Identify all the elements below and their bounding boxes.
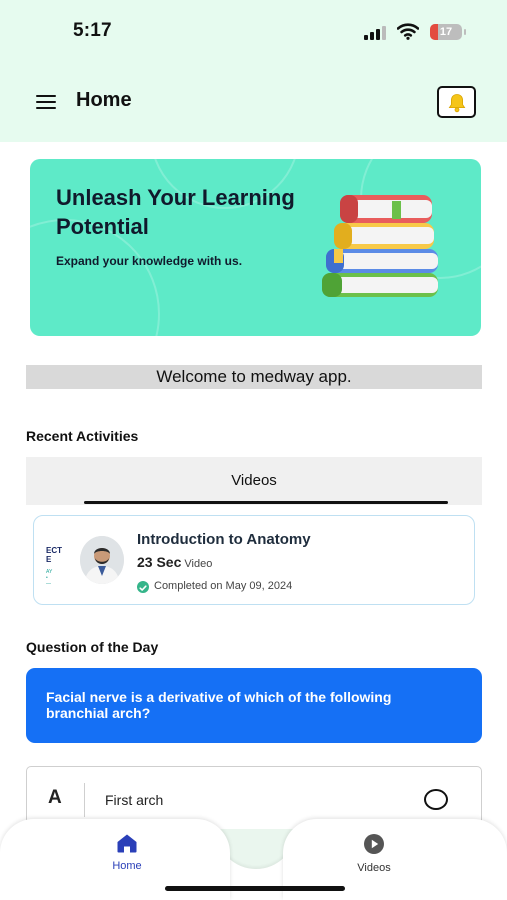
nav-home-label: Home — [112, 860, 142, 872]
question-of-the-day-heading: Question of the Day — [26, 639, 159, 655]
battery-icon: 17 — [430, 24, 466, 40]
option-letter: A — [48, 787, 62, 808]
nav-videos[interactable]: Videos — [334, 833, 414, 883]
tab-videos[interactable]: Videos — [26, 472, 482, 489]
option-radio[interactable] — [424, 789, 448, 810]
books-illustration — [322, 195, 438, 297]
thumbnail-subtext: AY • — — [46, 569, 53, 587]
hamburger-icon[interactable] — [36, 95, 56, 110]
status-time: 5:17 — [73, 20, 112, 41]
home-icon — [117, 834, 137, 853]
thumbnail-text: ECT E — [46, 546, 62, 564]
cellular-signal-icon — [364, 26, 388, 40]
option-text: First arch — [105, 792, 164, 808]
instructor-avatar — [80, 536, 124, 584]
banner-subtitle: Expand your knowledge with us. — [56, 254, 243, 268]
activity-duration: 23 Sec Video — [137, 554, 212, 570]
nav-home[interactable]: Home — [87, 833, 167, 883]
app-header: 5:17 17 Home — [0, 0, 507, 142]
page-title: Home — [76, 89, 132, 111]
activity-type: Video — [184, 558, 213, 570]
tab-indicator — [84, 501, 448, 504]
completed-date: Completed on May 09, 2024 — [154, 580, 293, 592]
home-indicator — [165, 886, 345, 891]
play-circle-icon — [364, 834, 384, 854]
home-screen: 5:17 17 Home Unleash Your Learning Poten… — [0, 0, 507, 900]
option-divider — [84, 783, 85, 817]
recent-activities-tabs: Videos — [26, 457, 482, 505]
duration-value: 23 Sec — [137, 554, 182, 570]
welcome-message: Welcome to medway app. — [26, 365, 482, 389]
wifi-icon — [397, 23, 419, 40]
question-text: Facial nerve is a derivative of which of… — [46, 689, 392, 721]
banner-title: Unleash Your Learning Potential — [56, 185, 295, 239]
video-thumbnail: ECT E AY • — — [44, 532, 124, 592]
battery-level: 17 — [439, 26, 453, 38]
nav-videos-label: Videos — [357, 862, 391, 874]
bell-icon — [448, 94, 466, 113]
promo-banner[interactable]: Unleash Your Learning Potential Expand y… — [30, 159, 481, 336]
activity-title: Introduction to Anatomy — [137, 531, 311, 548]
recent-activities-heading: Recent Activities — [26, 428, 139, 444]
check-circle-icon — [137, 581, 149, 593]
activity-card[interactable]: ECT E AY • — Introduction to Anatomy 23 … — [33, 515, 475, 605]
question-card: Facial nerve is a derivative of which of… — [26, 668, 482, 743]
notifications-button[interactable] — [437, 86, 476, 118]
